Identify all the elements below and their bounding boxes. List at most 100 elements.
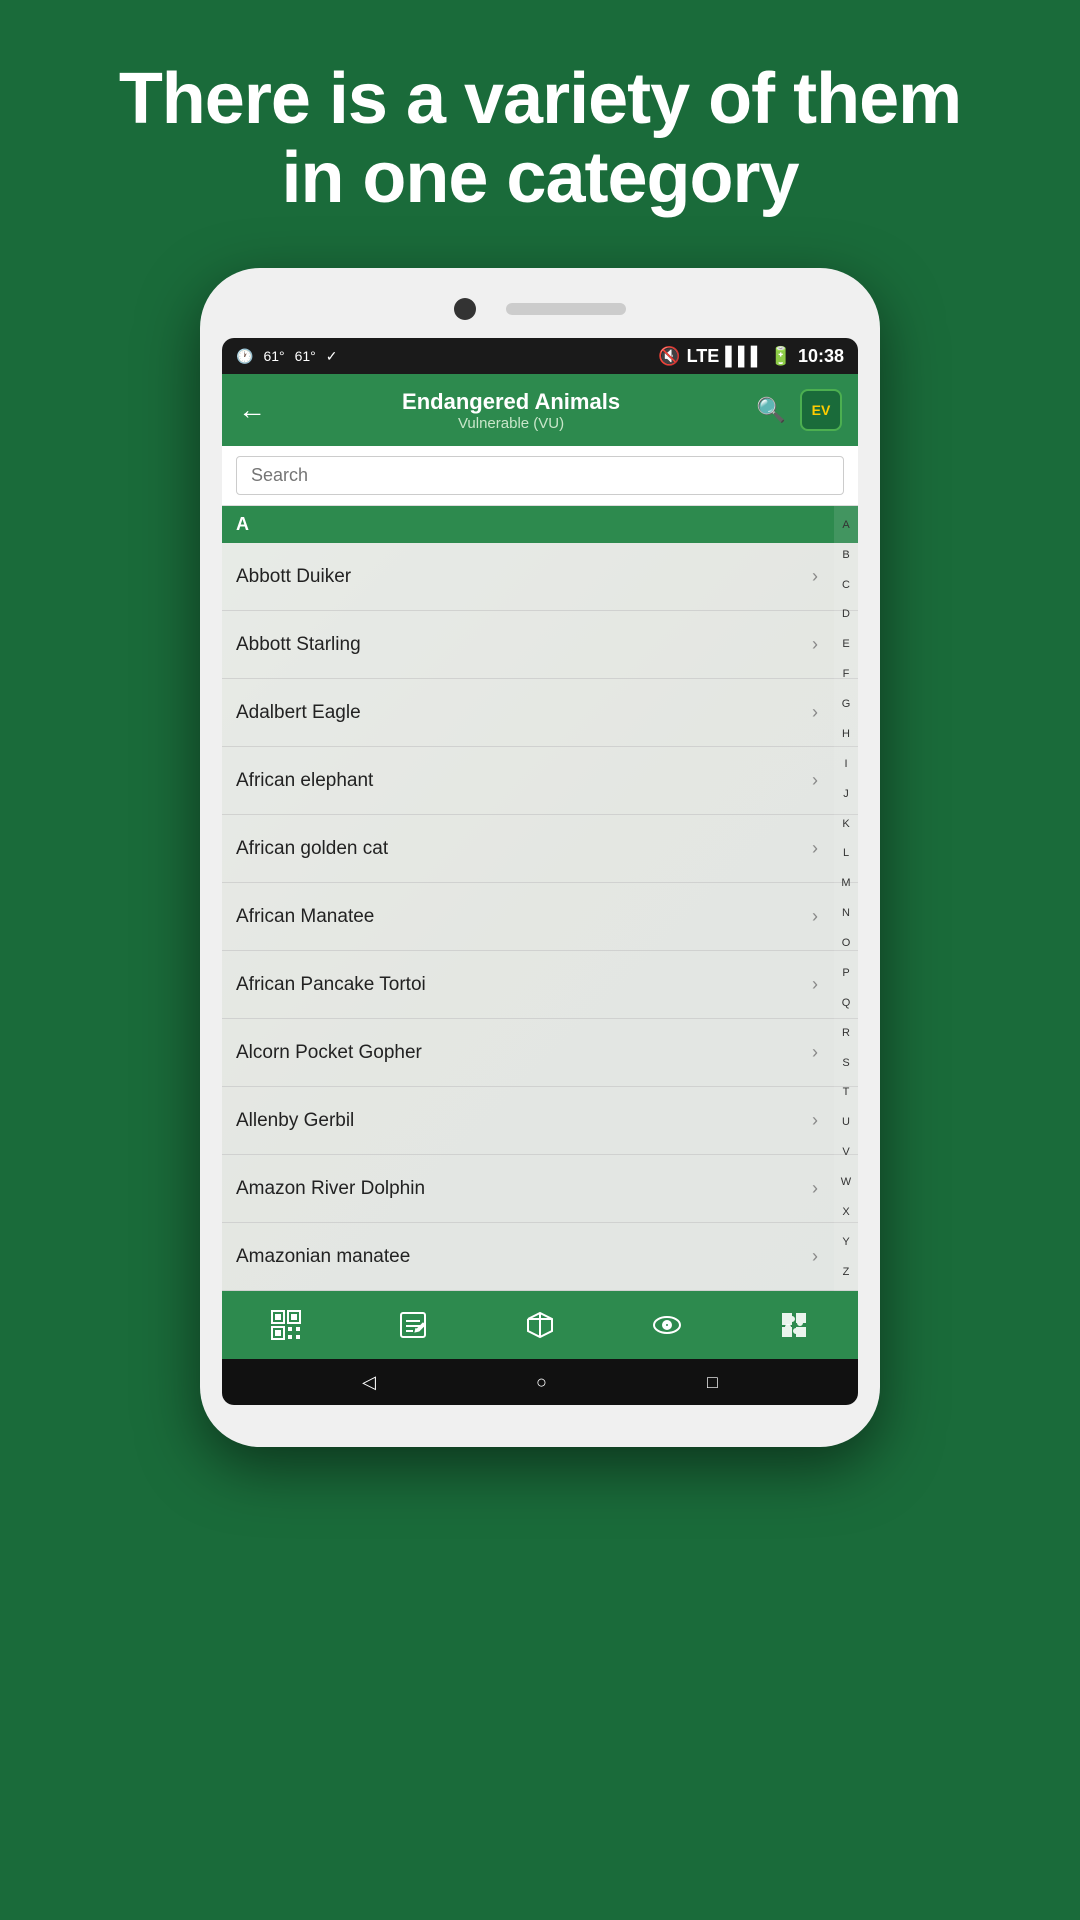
alpha-X[interactable]: X xyxy=(842,1207,849,1218)
alpha-U[interactable]: U xyxy=(842,1117,850,1128)
phone-outer: 🕐 61° 61° ✓ 🔇 LTE ▌▌▌ 🔋 10:38 ← Endanger… xyxy=(200,268,880,1447)
search-input[interactable] xyxy=(236,456,844,495)
animal-name: Abbott Duiker xyxy=(236,566,351,588)
alpha-P[interactable]: P xyxy=(842,968,849,979)
search-icon[interactable]: 🔍 xyxy=(756,396,786,425)
animal-name: Amazonian manatee xyxy=(236,1246,410,1268)
animal-name: African Manatee xyxy=(236,906,374,928)
phone-bottom xyxy=(222,1405,858,1425)
list-item[interactable]: Alcorn Pocket Gopher › xyxy=(222,1019,858,1087)
status-right: 🔇 LTE ▌▌▌ 🔋 10:38 xyxy=(658,346,844,367)
section-header-a: A xyxy=(222,506,858,543)
phone-speaker xyxy=(506,303,626,315)
bottom-nav xyxy=(222,1291,858,1359)
animal-name: African golden cat xyxy=(236,838,388,860)
alpha-T[interactable]: T xyxy=(843,1087,850,1098)
status-time: 10:38 xyxy=(798,346,844,367)
alpha-Y[interactable]: Y xyxy=(842,1237,849,1248)
list-item[interactable]: Amazon River Dolphin › xyxy=(222,1155,858,1223)
phone-top-bar xyxy=(222,298,858,320)
alpha-B[interactable]: B xyxy=(842,550,849,561)
alpha-R[interactable]: R xyxy=(842,1028,850,1039)
alpha-Q[interactable]: Q xyxy=(842,998,851,1009)
status-signal: 🔇 xyxy=(658,346,680,367)
status-battery: 🔋 xyxy=(770,346,792,367)
qr-icon xyxy=(270,1309,302,1341)
alpha-C[interactable]: C xyxy=(842,580,850,591)
alpha-S[interactable]: S xyxy=(842,1058,849,1069)
alpha-F[interactable]: F xyxy=(843,669,850,680)
animal-name: Amazon River Dolphin xyxy=(236,1178,425,1200)
eye-icon xyxy=(651,1309,683,1341)
alpha-E[interactable]: E xyxy=(842,639,849,650)
alphabet-sidebar[interactable]: A B C D E F G H I J K L M N O P Q xyxy=(834,506,858,1291)
status-bars: ▌▌▌ xyxy=(725,346,763,367)
android-nav: ◁ ○ □ xyxy=(222,1359,858,1405)
nav-qr[interactable] xyxy=(270,1309,302,1341)
list-item[interactable]: Abbott Duiker › xyxy=(222,543,858,611)
animal-name: Allenby Gerbil xyxy=(236,1110,354,1132)
chevron-right-icon: › xyxy=(812,906,818,927)
alpha-D[interactable]: D xyxy=(842,609,850,620)
chevron-right-icon: › xyxy=(812,1042,818,1063)
nav-edit[interactable] xyxy=(397,1309,429,1341)
animal-name: Alcorn Pocket Gopher xyxy=(236,1042,422,1064)
puzzle-icon xyxy=(778,1309,810,1341)
nav-eye[interactable] xyxy=(651,1309,683,1341)
alpha-M[interactable]: M xyxy=(841,878,850,889)
list-item[interactable]: Adalbert Eagle › xyxy=(222,679,858,747)
alpha-I[interactable]: I xyxy=(844,759,847,770)
toolbar-icons: 🔍 EV xyxy=(756,389,842,431)
nav-puzzle[interactable] xyxy=(778,1309,810,1341)
app-toolbar: ← Endangered Animals Vulnerable (VU) 🔍 E… xyxy=(222,374,858,446)
animal-name: Adalbert Eagle xyxy=(236,702,361,724)
alpha-Z[interactable]: Z xyxy=(843,1267,850,1278)
alpha-J[interactable]: J xyxy=(843,789,849,800)
chevron-right-icon: › xyxy=(812,634,818,655)
chevron-right-icon: › xyxy=(812,1178,818,1199)
chevron-right-icon: › xyxy=(812,1110,818,1131)
animal-name: Abbott Starling xyxy=(236,634,361,656)
list-item[interactable]: Abbott Starling › xyxy=(222,611,858,679)
alpha-K[interactable]: K xyxy=(842,819,849,830)
android-recent-button[interactable]: □ xyxy=(707,1372,718,1393)
alpha-O[interactable]: O xyxy=(842,938,851,949)
chevron-right-icon: › xyxy=(812,566,818,587)
alpha-H[interactable]: H xyxy=(842,729,850,740)
nav-box[interactable] xyxy=(524,1309,556,1341)
back-button[interactable]: ← xyxy=(238,394,266,426)
alpha-V[interactable]: V xyxy=(842,1147,849,1158)
status-left: 🕐 61° 61° ✓ xyxy=(236,348,338,365)
list-item[interactable]: Allenby Gerbil › xyxy=(222,1087,858,1155)
android-back-button[interactable]: ◁ xyxy=(362,1372,376,1393)
toolbar-title-block: Endangered Animals Vulnerable (VU) xyxy=(280,389,742,432)
chevron-right-icon: › xyxy=(812,770,818,791)
list-item[interactable]: African golden cat › xyxy=(222,815,858,883)
alpha-W[interactable]: W xyxy=(841,1177,851,1188)
content-area: A A B C D E F G H I J K L M N O xyxy=(222,506,858,1291)
status-lte: LTE xyxy=(687,346,720,367)
status-temp1: 61° xyxy=(263,348,284,364)
alpha-L[interactable]: L xyxy=(843,848,849,859)
animal-name: African elephant xyxy=(236,770,373,792)
page-header: There is a variety of them in one catego… xyxy=(0,0,1080,258)
list-item[interactable]: African elephant › xyxy=(222,747,858,815)
edit-icon xyxy=(397,1309,429,1341)
toolbar-subtitle: Vulnerable (VU) xyxy=(280,415,742,432)
chevron-right-icon: › xyxy=(812,838,818,859)
status-clock: 🕐 xyxy=(236,348,253,365)
list-item[interactable]: Amazonian manatee › xyxy=(222,1223,858,1291)
app-logo: EV xyxy=(800,389,842,431)
status-check: ✓ xyxy=(326,348,338,365)
chevron-right-icon: › xyxy=(812,1246,818,1267)
chevron-right-icon: › xyxy=(812,702,818,723)
alpha-G[interactable]: G xyxy=(842,699,851,710)
list-item[interactable]: African Manatee › xyxy=(222,883,858,951)
android-home-button[interactable]: ○ xyxy=(536,1372,547,1393)
phone-screen: 🕐 61° 61° ✓ 🔇 LTE ▌▌▌ 🔋 10:38 ← Endanger… xyxy=(222,338,858,1405)
phone-camera xyxy=(454,298,476,320)
alpha-A[interactable]: A xyxy=(842,520,849,531)
list-item[interactable]: African Pancake Tortoi › xyxy=(222,951,858,1019)
alpha-N[interactable]: N xyxy=(842,908,850,919)
animal-name: African Pancake Tortoi xyxy=(236,974,426,996)
